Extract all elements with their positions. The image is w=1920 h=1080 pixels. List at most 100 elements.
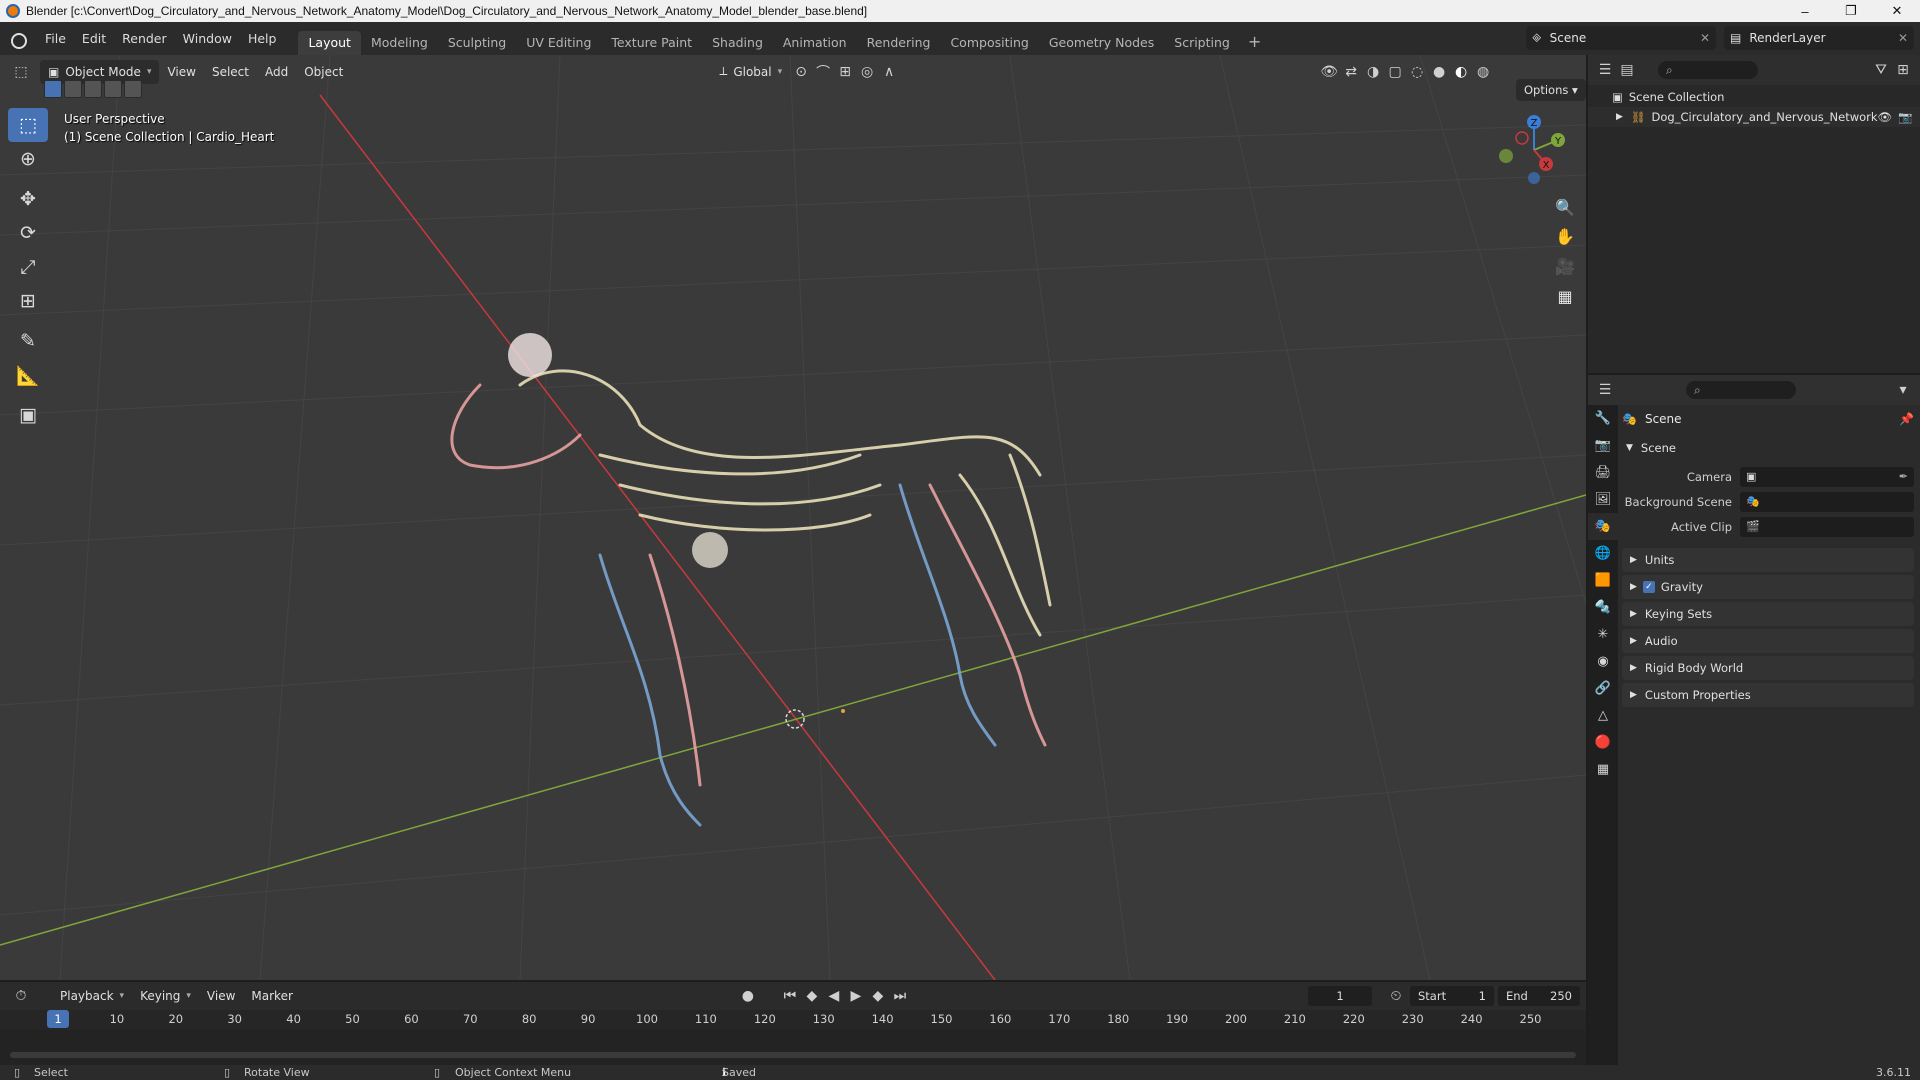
render-tab-icon[interactable]: 📷 xyxy=(1588,432,1618,459)
rotate-tool-icon[interactable]: ⟳ xyxy=(8,216,48,250)
move-tool-icon[interactable]: ✥ xyxy=(8,182,48,216)
visibility-icon[interactable]: 👁 xyxy=(1318,61,1340,83)
playhead[interactable]: 1 xyxy=(47,1010,69,1028)
outliner-row-dog-network[interactable]: ▶ ⛓ Dog_Circulatory_and_Nervous_Network … xyxy=(1588,107,1920,127)
workspace-tab-uv-editing[interactable]: UV Editing xyxy=(516,31,601,55)
scene-selector[interactable]: 🞜 Scene ✕ xyxy=(1526,26,1716,50)
camera-field[interactable]: ▣ ✒ xyxy=(1740,466,1914,487)
workspace-tab-geometry-nodes[interactable]: Geometry Nodes xyxy=(1039,31,1164,55)
audio-panel[interactable]: ▶ Audio xyxy=(1622,629,1914,653)
camera-view-icon[interactable]: 🎥 xyxy=(1552,253,1578,279)
playback-menu[interactable]: Playback xyxy=(52,984,132,1008)
zoom-view-icon[interactable]: 🔍 xyxy=(1552,194,1578,220)
filter-icon[interactable]: ⛛ xyxy=(1870,59,1892,81)
properties-options-icon[interactable]: ▾ xyxy=(1892,379,1914,401)
render-visibility-icon[interactable]: 📷 xyxy=(1898,110,1912,124)
keying-menu[interactable]: Keying xyxy=(132,984,199,1008)
rendered-shading-icon[interactable]: ◍ xyxy=(1472,61,1494,83)
falloff-icon[interactable]: ∧ xyxy=(878,61,900,83)
menu-window[interactable]: Window xyxy=(175,22,240,55)
units-panel[interactable]: ▶ Units xyxy=(1622,548,1914,572)
viewport-menu-object[interactable]: Object xyxy=(296,60,351,84)
close-button[interactable]: ✕ xyxy=(1874,0,1920,22)
workspace-tab-modeling[interactable]: Modeling xyxy=(361,31,438,55)
timeline-scrollbar[interactable] xyxy=(10,1052,1576,1058)
constraints-tab-icon[interactable]: 🔗 xyxy=(1588,675,1618,702)
workspace-tab-animation[interactable]: Animation xyxy=(773,31,857,55)
xray-icon[interactable]: ▢ xyxy=(1384,61,1406,83)
view-layer-selector[interactable]: ▤ RenderLayer ✕ xyxy=(1724,26,1914,50)
end-frame-field[interactable]: End 250 xyxy=(1498,986,1580,1006)
3d-viewport[interactable] xyxy=(0,55,1586,980)
current-frame-field[interactable]: 1 xyxy=(1308,986,1372,1006)
expand-arrow-icon[interactable]: ▶ xyxy=(1616,112,1623,122)
properties-editor-icon[interactable]: ☰ xyxy=(1594,379,1616,401)
viewport-menu-view[interactable]: View xyxy=(159,60,203,84)
menu-render[interactable]: Render xyxy=(114,22,175,55)
pan-view-icon[interactable]: ✋ xyxy=(1552,223,1578,249)
viewport-menu-select[interactable]: Select xyxy=(204,60,257,84)
workspace-tab-rendering[interactable]: Rendering xyxy=(857,31,941,55)
texture-tab-icon[interactable]: ▦ xyxy=(1588,756,1618,783)
workspace-tab-scripting[interactable]: Scripting xyxy=(1164,31,1240,55)
select-intersect-icon[interactable] xyxy=(124,80,142,98)
select-subtract-icon[interactable] xyxy=(84,80,102,98)
add-cube-tool-icon[interactable]: ▣ xyxy=(8,398,48,432)
minimize-button[interactable]: – xyxy=(1782,0,1828,22)
rigid-body-world-panel[interactable]: ▶ Rigid Body World xyxy=(1622,656,1914,680)
play-icon[interactable]: ▶ xyxy=(845,985,867,1007)
start-frame-field[interactable]: Start 1 xyxy=(1410,986,1494,1006)
select-new-icon[interactable] xyxy=(44,80,62,98)
timeline-editor-icon[interactable]: ⏱ xyxy=(10,985,32,1007)
workspace-tab-sculpting[interactable]: Sculpting xyxy=(438,31,516,55)
view-layer-tab-icon[interactable]: 🖼 xyxy=(1588,486,1618,513)
marker-menu[interactable]: Marker xyxy=(243,984,300,1008)
tool-tab-icon[interactable]: 🔧 xyxy=(1588,405,1618,432)
pin-context-icon[interactable]: 📌 xyxy=(1899,412,1914,426)
outliner-editor-icon[interactable]: ☰ xyxy=(1594,59,1616,81)
scale-tool-icon[interactable]: ⤢ xyxy=(8,250,48,284)
view-layer-close-icon[interactable]: ✕ xyxy=(1898,31,1908,45)
preview-range-icon[interactable]: ⏲ xyxy=(1385,985,1407,1007)
perspective-toggle-icon[interactable]: ▦ xyxy=(1552,283,1578,309)
options-button[interactable]: Options ▾ xyxy=(1516,79,1586,101)
overlays-icon[interactable]: ◑ xyxy=(1362,61,1384,83)
modifiers-tab-icon[interactable]: 🔩 xyxy=(1588,594,1618,621)
gravity-panel[interactable]: ▶ ✓ Gravity xyxy=(1622,575,1914,599)
keying-sets-panel[interactable]: ▶ Keying Sets xyxy=(1622,602,1914,626)
select-invert-icon[interactable] xyxy=(104,80,122,98)
timeline-view-menu[interactable]: View xyxy=(199,984,243,1008)
viewport-menu-add[interactable]: Add xyxy=(257,60,296,84)
snap-target-icon[interactable]: ⊞ xyxy=(834,61,856,83)
eyedropper-icon[interactable]: ✒ xyxy=(1899,470,1908,483)
menu-file[interactable]: File xyxy=(37,22,74,55)
maximize-button[interactable]: ❐ xyxy=(1828,0,1874,22)
material-shading-icon[interactable]: ◐ xyxy=(1450,61,1472,83)
material-tab-icon[interactable]: 🔴 xyxy=(1588,729,1618,756)
custom-properties-panel[interactable]: ▶ Custom Properties xyxy=(1622,683,1914,707)
menu-edit[interactable]: Edit xyxy=(74,22,114,55)
navigation-gizmo[interactable]: Z Y X xyxy=(1490,108,1570,188)
gizmo-toggle-icon[interactable]: ⇄ xyxy=(1340,61,1362,83)
properties-search-input[interactable]: ⌕ xyxy=(1686,381,1796,399)
pivot-point-icon[interactable]: ⊙ xyxy=(790,61,812,83)
blender-menu-icon[interactable] xyxy=(9,30,27,49)
snap-icon[interactable]: ⌒ xyxy=(812,61,834,83)
output-tab-icon[interactable]: 🖨 xyxy=(1588,459,1618,486)
proportional-edit-icon[interactable]: ◎ xyxy=(856,61,878,83)
outliner-row-scene-collection[interactable]: ▣ Scene Collection xyxy=(1588,87,1920,107)
measure-tool-icon[interactable]: 📐 xyxy=(8,358,48,392)
transform-orientation-selector[interactable]: ⟂ Global xyxy=(711,60,790,84)
select-extend-icon[interactable] xyxy=(64,80,82,98)
particles-tab-icon[interactable]: ✳ xyxy=(1588,621,1618,648)
pin-icon[interactable]: ✕ xyxy=(1700,31,1710,45)
editor-type-icon[interactable]: ⬚ xyxy=(10,61,32,83)
gravity-checkbox[interactable]: ✓ xyxy=(1642,581,1655,593)
menu-help[interactable]: Help xyxy=(240,22,285,55)
workspace-tab-shading[interactable]: Shading xyxy=(702,31,773,55)
play-reverse-icon[interactable]: ◀ xyxy=(823,985,845,1007)
active-clip-field[interactable]: 🎬 xyxy=(1740,516,1914,537)
add-workspace-icon[interactable]: + xyxy=(1240,32,1269,51)
scene-panel-header[interactable]: ▼ Scene xyxy=(1622,436,1914,460)
workspace-tab-compositing[interactable]: Compositing xyxy=(940,31,1038,55)
